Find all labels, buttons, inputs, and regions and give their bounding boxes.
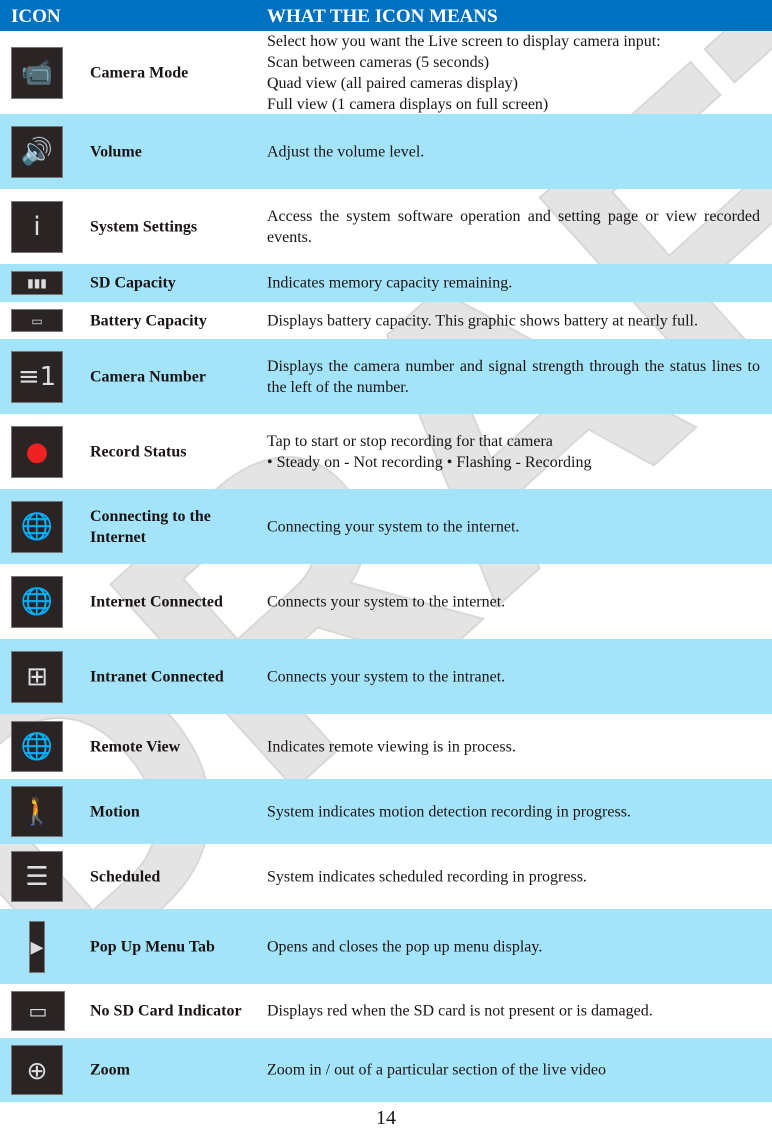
icon-name: Zoom	[90, 1061, 130, 1079]
table-row: 🚶 Motion System indicates motion detection…	[0, 779, 772, 844]
description-line: Scan between cameras (5 seconds)	[267, 53, 490, 71]
icon-name: Camera Number	[90, 368, 206, 385]
sd-card-icon: ▭	[11, 991, 65, 1031]
description-line: System indicates scheduled recording in …	[267, 868, 587, 885]
sd-capacity-icon: ▮▮▮	[11, 271, 63, 295]
icon-name: Battery Capacity	[90, 312, 207, 329]
table-row: 🔊 Volume Adjust the volume level.	[0, 114, 772, 189]
table-row: ☰ Scheduled System indicates scheduled rec…	[0, 844, 772, 909]
description-line: Connects your system to the intranet.	[267, 668, 506, 685]
icon-name: Internet Connected	[90, 593, 223, 610]
battery-icon: ▭	[11, 309, 63, 332]
table-row: ⊞ Intranet Connected Connects your system …	[0, 639, 772, 714]
zoom-icon: ⊕	[11, 1045, 63, 1095]
table-row: ⊕ Zoom Zoom in / out of a particular secti…	[0, 1038, 772, 1102]
walking-person-icon: 🚶	[11, 786, 63, 837]
description-line: Select how you want the Live screen to d…	[267, 32, 661, 50]
icon-name: Intranet Connected	[90, 668, 224, 685]
description-line: Access the system software operation and…	[267, 207, 760, 246]
info-icon: i	[11, 200, 63, 253]
icon-name: No SD Card Indicator	[90, 1002, 242, 1020]
table-header: ICON WHAT THE ICON MEANS	[0, 0, 772, 31]
icon-description: System indicates motion detection record…	[267, 801, 760, 822]
icon-description: Adjust the volume level.	[267, 141, 760, 162]
icon-description: Opens and closes the pop up menu display…	[267, 936, 760, 957]
table-row: ● Record Status Tap to start or stop recor…	[0, 414, 772, 489]
table-row: i System Settings Access the system softwa…	[0, 189, 772, 264]
icon-description: System indicates scheduled recording in …	[267, 866, 760, 887]
table-row: 🌐 Connecting to the Internet Connecting yo…	[0, 489, 772, 564]
speaker-icon: 🔊	[11, 125, 63, 178]
header-meaning: WHAT THE ICON MEANS	[267, 6, 498, 27]
icon-description: Displays the camera number and signal st…	[267, 356, 760, 398]
icon-name: Scheduled	[90, 868, 161, 885]
description-line: Displays red when the SD card is not pre…	[267, 1002, 653, 1020]
icon-name: Record Status	[90, 443, 187, 460]
icon-description: Connects your system to the internet.	[267, 591, 760, 612]
camera-number-icon: ≡1	[11, 350, 63, 403]
icon-description: Displays red when the SD card is not pre…	[267, 1001, 760, 1022]
globe-connecting-icon: 🌐	[11, 500, 63, 553]
description-line: Indicates memory capacity remaining.	[267, 274, 513, 292]
table-row: ≡1 Camera Number Displays the camera numbe…	[0, 339, 772, 414]
icon-description: Indicates memory capacity remaining.	[267, 273, 760, 294]
header-icon: ICON	[11, 6, 61, 27]
table-row: 🌐 Remote View Indicates remote viewing is …	[0, 714, 772, 779]
table-row: ▭ No SD Card Indicator Displays red when t…	[0, 984, 772, 1038]
description-line: Full view (1 camera displays on full scr…	[267, 95, 549, 113]
description-line: Quad view (all paired cameras display)	[267, 74, 519, 92]
icon-name: Camera Mode	[90, 64, 189, 81]
security-camera-icon: 📹	[11, 46, 63, 99]
network-icon: ⊞	[11, 650, 63, 703]
icon-name: Motion	[90, 803, 140, 820]
description-line: • Steady on - Not recording • Flashing -…	[267, 453, 592, 471]
page-number: 14	[376, 1107, 396, 1129]
icon-description: Tap to start or stop recording for that …	[267, 431, 760, 473]
record-icon: ●	[11, 425, 63, 478]
table-row: ▸ Pop Up Menu Tab Opens and closes the pop…	[0, 909, 772, 984]
table-row: 🌐 Internet Connected Connects your system …	[0, 564, 772, 639]
description-line: Connecting your system to the internet.	[267, 518, 520, 535]
description-line: System indicates motion detection record…	[267, 803, 631, 820]
globe-icon: 🌐	[11, 575, 63, 628]
icon-description: Zoom in / out of a particular section of…	[267, 1060, 760, 1081]
table-row: ▭ Battery Capacity Displays battery capaci…	[0, 302, 772, 339]
description-line: Tap to start or stop recording for that …	[267, 432, 553, 450]
icon-description: Displays battery capacity. This graphic …	[267, 310, 760, 331]
table-row: ▮▮▮ SD Capacity Indicates memory capacity …	[0, 264, 772, 302]
icon-name: SD Capacity	[90, 274, 176, 292]
icon-name: Connecting to the Internet	[90, 507, 211, 546]
description-line: Connects your system to the internet.	[267, 593, 506, 610]
description-line: Opens and closes the pop up menu display…	[267, 938, 543, 955]
globe-eye-icon: 🌐	[11, 721, 63, 772]
icon-description: Select how you want the Live screen to d…	[267, 31, 760, 115]
menu-tab-icon: ▸	[29, 920, 45, 973]
description-line: Displays battery capacity. This graphic …	[267, 312, 698, 329]
description-line: Zoom in / out of a particular section of…	[267, 1061, 607, 1079]
icon-description: Access the system software operation and…	[267, 206, 760, 248]
description-line: Adjust the volume level.	[267, 143, 425, 160]
document-icon: ☰	[11, 851, 63, 902]
icon-name: Pop Up Menu Tab	[90, 938, 215, 955]
description-line: Indicates remote viewing is in process.	[267, 738, 516, 755]
icon-description: Connecting your system to the internet.	[267, 516, 760, 537]
icon-name: System Settings	[90, 218, 198, 235]
icon-description: Connects your system to the intranet.	[267, 666, 760, 687]
icon-name: Remote View	[90, 738, 181, 755]
icon-description: Indicates remote viewing is in process.	[267, 736, 760, 757]
table-row: 📹 Camera Mode Select how you want the Live…	[0, 31, 772, 114]
icon-name: Volume	[90, 143, 142, 160]
description-line: Displays the camera number and signal st…	[267, 357, 760, 396]
